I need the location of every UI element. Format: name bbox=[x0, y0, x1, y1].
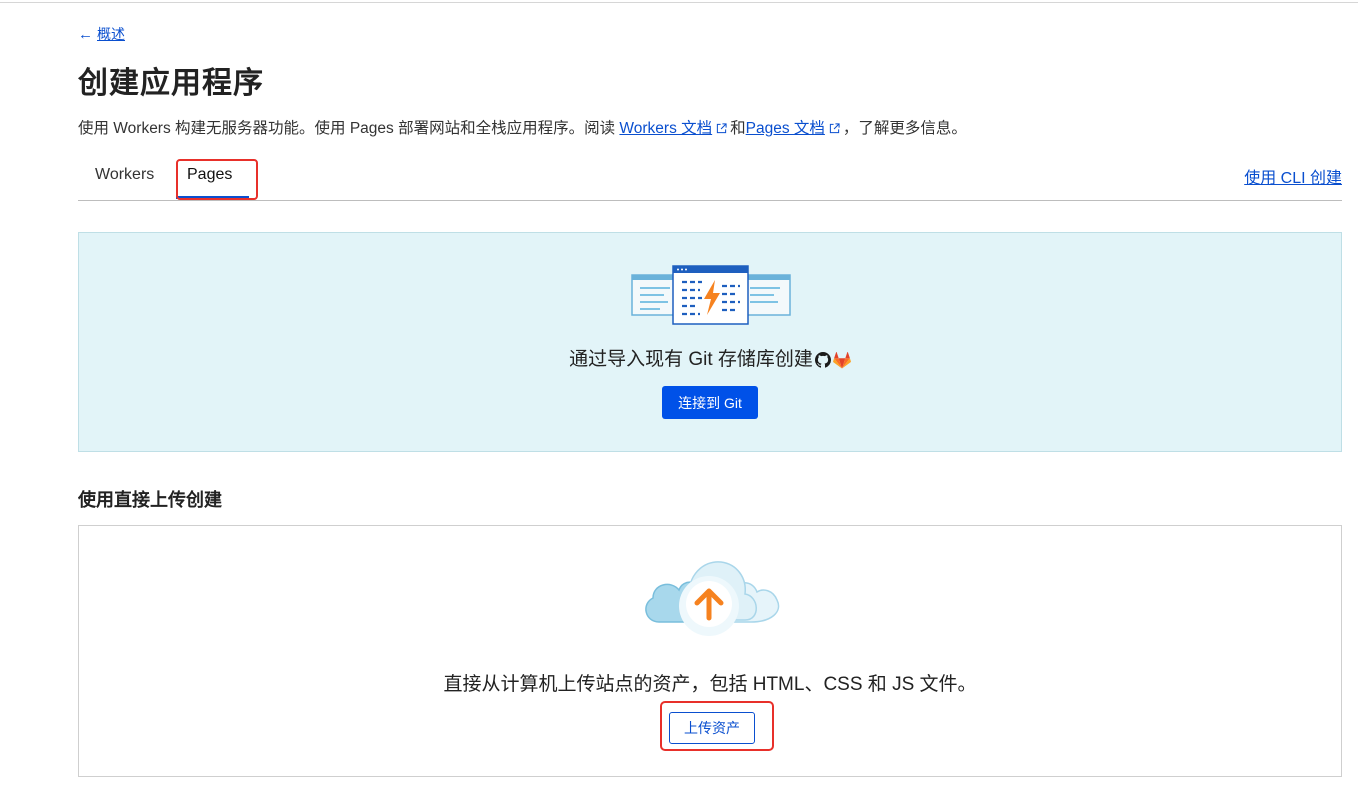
description-prefix: 使用 Workers 构建无服务器功能。使用 Pages 部署网站和全栈应用程序… bbox=[78, 120, 620, 137]
top-divider bbox=[0, 2, 1358, 3]
page-title: 创建应用程序 bbox=[78, 67, 264, 100]
description-and: 和 bbox=[730, 120, 746, 137]
git-import-text: 通过导入现有 Git 存储库创建 bbox=[79, 344, 1341, 371]
tab-bar: Workers Pages 使用 CLI 创建 bbox=[78, 150, 1342, 201]
connect-git-button[interactable]: 连接到 Git bbox=[662, 386, 758, 419]
git-provider-icons bbox=[814, 351, 851, 369]
description-suffix: ，了解更多信息。 bbox=[842, 120, 967, 137]
back-arrow-icon: ← bbox=[78, 25, 93, 43]
git-import-label: 通过导入现有 Git 存储库创建 bbox=[569, 349, 813, 370]
direct-upload-heading: 使用直接上传创建 bbox=[78, 490, 222, 510]
back-link[interactable]: ← 概述 bbox=[78, 24, 125, 44]
pages-docs-link[interactable]: Pages 文档 bbox=[746, 120, 825, 137]
create-with-cli-link[interactable]: 使用 CLI 创建 bbox=[1244, 164, 1342, 188]
tab-workers[interactable]: Workers bbox=[95, 166, 154, 184]
github-icon bbox=[814, 352, 831, 368]
workers-docs-link[interactable]: Workers 文档 bbox=[619, 120, 712, 137]
pages-illustration-icon bbox=[631, 265, 791, 325]
page-description: 使用 Workers 构建无服务器功能。使用 Pages 部署网站和全栈应用程序… bbox=[78, 116, 967, 138]
direct-upload-panel: 直接从计算机上传站点的资产，包括 HTML、CSS 和 JS 文件。 上传资产 bbox=[78, 525, 1342, 777]
cloud-upload-icon bbox=[645, 561, 780, 636]
external-link-icon bbox=[717, 123, 727, 134]
gitlab-icon bbox=[832, 351, 851, 368]
highlight-box-upload-button bbox=[660, 701, 774, 751]
direct-upload-text: 直接从计算机上传站点的资产，包括 HTML、CSS 和 JS 文件。 bbox=[443, 674, 977, 695]
back-link-label[interactable]: 概述 bbox=[97, 24, 125, 44]
external-link-icon bbox=[829, 123, 840, 134]
highlight-box-pages-tab bbox=[176, 159, 258, 200]
git-import-panel: 通过导入现有 Git 存储库创建 连接到 Git bbox=[78, 232, 1342, 452]
